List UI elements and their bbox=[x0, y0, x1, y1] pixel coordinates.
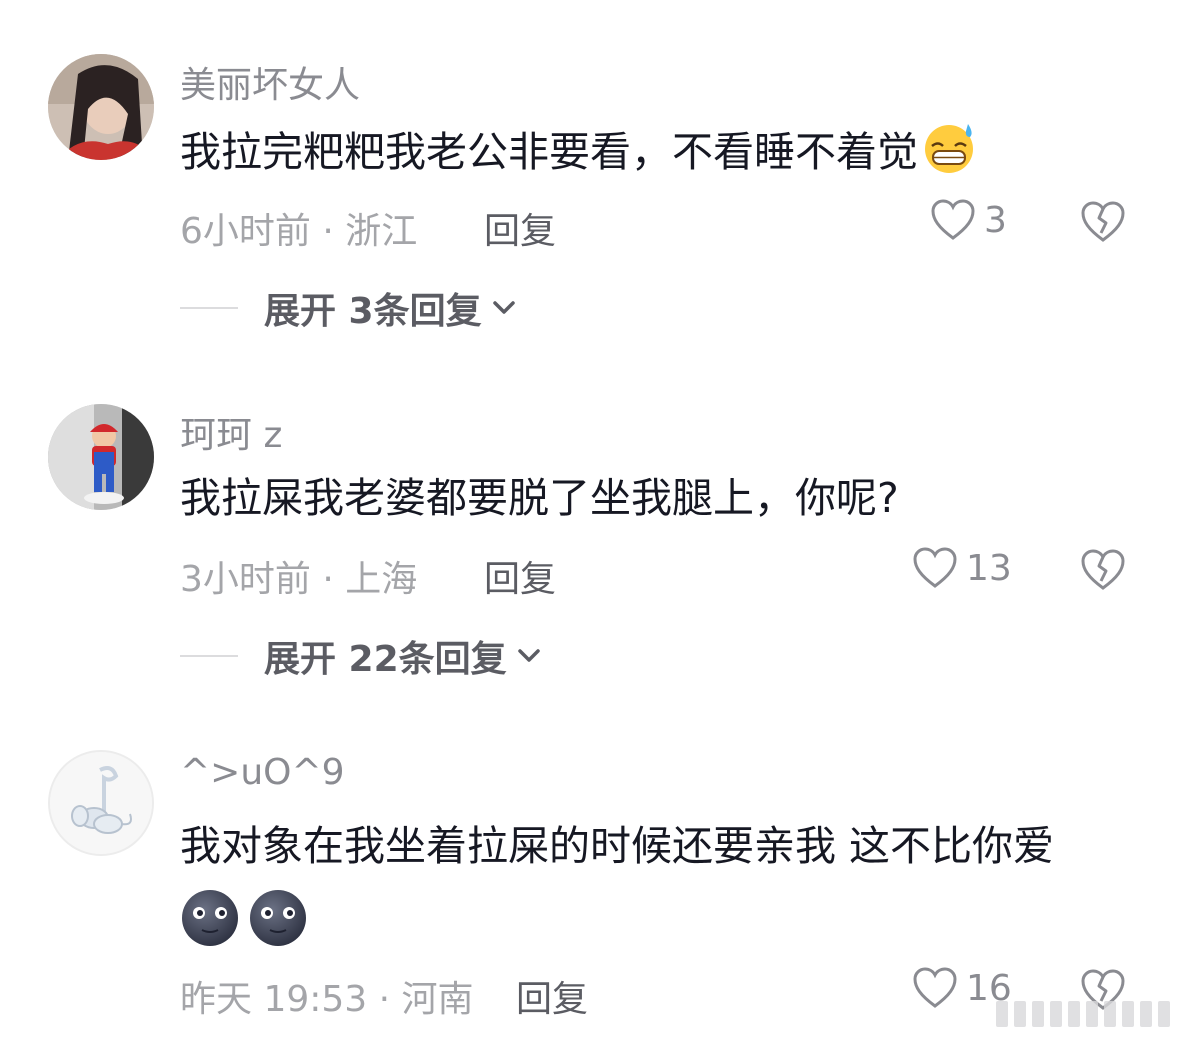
comment-timestamp-location: 6小时前 · 浙江 bbox=[180, 211, 418, 252]
dislike-button[interactable] bbox=[1080, 200, 1126, 248]
comment-emoji-row bbox=[180, 888, 308, 948]
user-avatar[interactable] bbox=[48, 750, 154, 856]
comment-text: 我对象在我坐着拉屎的时候还要亲我 这不比你爱 bbox=[180, 822, 1055, 870]
username[interactable]: 珂珂 z bbox=[180, 406, 282, 458]
heart-outline-icon bbox=[931, 199, 975, 240]
user-avatar[interactable] bbox=[48, 404, 154, 510]
expand-replies-button[interactable]: 展开 22条回复 bbox=[180, 630, 541, 682]
expand-replies-label: 展开 3条回复 bbox=[264, 291, 482, 332]
reply-button[interactable]: 回复 bbox=[484, 550, 556, 602]
like-count: 13 bbox=[966, 547, 1012, 589]
heart-outline-icon bbox=[913, 967, 957, 1008]
new-moon-face-emoji-icon bbox=[250, 890, 306, 946]
watermark-graphic bbox=[996, 997, 1172, 1035]
expand-replies-label: 展开 22条回复 bbox=[264, 639, 507, 680]
expand-divider bbox=[180, 307, 238, 309]
reply-button[interactable]: 回复 bbox=[516, 970, 588, 1022]
expand-divider bbox=[180, 655, 238, 657]
dislike-button[interactable] bbox=[1080, 548, 1126, 596]
chevron-down-icon bbox=[517, 649, 540, 662]
like-count: 3 bbox=[984, 199, 1007, 241]
comment-timestamp-location: 昨天 19:53 · 河南 bbox=[180, 979, 474, 1020]
username[interactable]: 美丽坏女人 bbox=[180, 56, 360, 108]
comment-timestamp-location: 3小时前 · 上海 bbox=[180, 559, 418, 600]
user-avatar[interactable] bbox=[48, 54, 154, 160]
broken-heart-icon bbox=[1081, 201, 1125, 242]
comment-text-body: 我拉完粑粑我老公非要看，不看睡不着觉 bbox=[180, 128, 918, 176]
reply-button[interactable]: 回复 bbox=[484, 202, 556, 254]
broken-heart-icon bbox=[1081, 549, 1125, 590]
comment-text: 我拉完粑粑我老公非要看，不看睡不着觉 bbox=[180, 120, 1140, 190]
like-button[interactable]: 3 bbox=[930, 198, 1007, 242]
grinning-sweat-emoji-icon bbox=[918, 120, 980, 190]
expand-replies-button[interactable]: 展开 3条回复 bbox=[180, 282, 516, 334]
new-moon-face-emoji-icon bbox=[182, 890, 238, 946]
username[interactable]: ^>uO^9 bbox=[180, 752, 345, 793]
chevron-down-icon bbox=[492, 301, 515, 314]
like-button[interactable]: 13 bbox=[912, 546, 1012, 590]
heart-outline-icon bbox=[913, 547, 957, 588]
comment-text: 我拉屎我老婆都要脱了坐我腿上，你呢? bbox=[180, 474, 899, 522]
